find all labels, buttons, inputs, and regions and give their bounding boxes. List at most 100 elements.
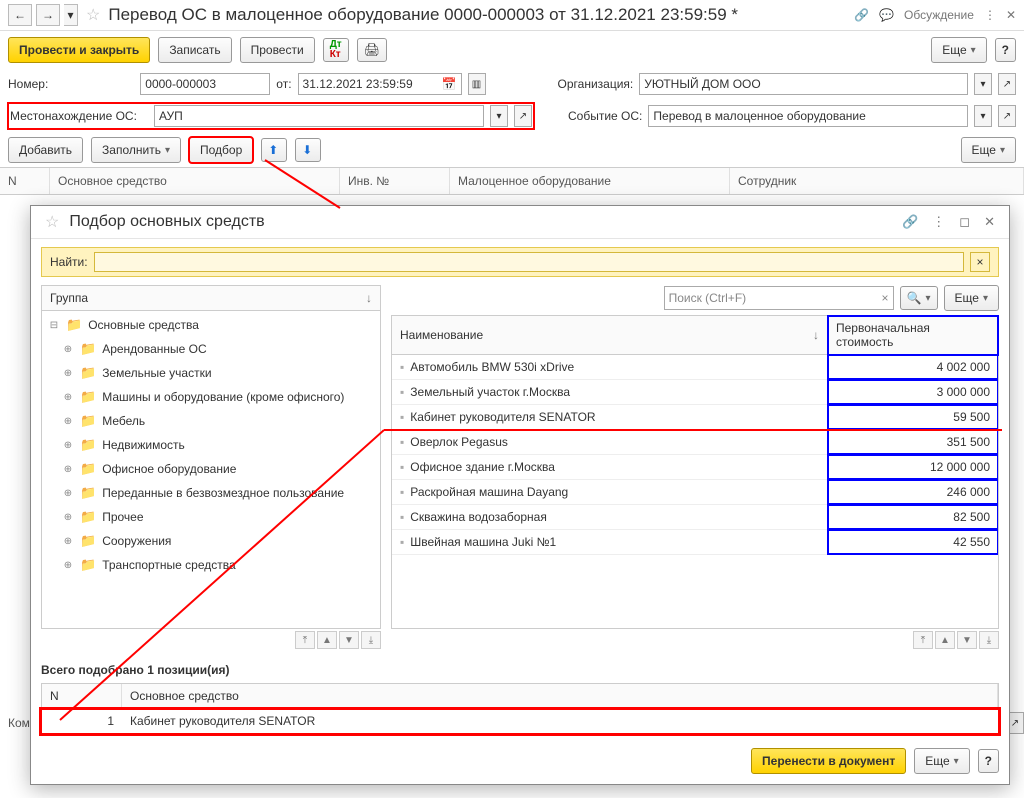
number-field[interactable]: 0000-000003 [140,73,270,95]
tree-item[interactable]: ⊕📁Транспортные средства [42,553,380,577]
tree-nav-first[interactable]: ⤒ [295,631,315,649]
print-button[interactable]: 🖨 [357,38,388,62]
tree-item[interactable]: ⊕📁Земельные участки [42,361,380,385]
modal-more-button[interactable]: Еще [914,748,969,774]
event-field[interactable]: Перевод в малоценное оборудование [648,105,968,127]
expand-icon[interactable]: ⊕ [62,368,74,379]
location-dropdown[interactable]: ▾ [490,105,508,127]
expand-icon[interactable]: ⊕ [62,416,74,427]
modal-link-icon[interactable]: 🔗 [898,214,922,230]
col-cost-header[interactable]: Первоначальная стоимость [828,316,998,355]
cost-cell: 4 002 000 [828,355,998,379]
tree-item[interactable]: ⊕📁Недвижимость [42,433,380,457]
list-nav-first[interactable]: ⤒ [913,631,933,649]
col-name-header[interactable]: Наименование↓ [392,316,828,355]
modal-maximize-icon[interactable]: ◻ [955,214,974,230]
move-down-button[interactable]: ⬇ [295,138,321,162]
expand-icon[interactable]: ⊕ [62,392,74,403]
collapse-icon[interactable]: ⊟ [48,320,60,331]
tree-item[interactable]: ⊕📁Арендованные ОС [42,337,380,361]
save-button[interactable]: Записать [158,37,231,63]
tree-item[interactable]: ⊕📁Сооружения [42,529,380,553]
tree-root[interactable]: ⊟ 📁 Основные средства [42,313,380,337]
post-button[interactable]: Провести [240,37,315,63]
list-item[interactable]: ▪Офисное здание г.Москва12 000 000 [392,455,998,480]
list-item[interactable]: ▪Раскройная машина Dayang246 000 [392,480,998,505]
list-item[interactable]: ▪Кабинет руководителя SENATOR59 500 [392,405,998,430]
list-item[interactable]: ▪Оверлок Pegasus351 500 [392,430,998,455]
modal-kebab-icon[interactable]: ⋮ [928,214,949,230]
date-mode-button[interactable]: ▥ [468,73,486,95]
search-button[interactable]: 🔍 [900,286,938,310]
expand-icon[interactable]: ⊕ [62,344,74,355]
pick-button[interactable]: Подбор [189,137,253,163]
expand-icon[interactable]: ⊕ [62,464,74,475]
link-icon[interactable]: 🔗 [854,8,869,22]
org-open[interactable]: ↗ [998,73,1016,95]
find-clear-button[interactable]: × [970,252,990,272]
picked-row[interactable]: 1 Кабинет руководителя SENATOR [41,709,999,734]
post-and-close-button[interactable]: Провести и закрыть [8,37,150,63]
group-column-header[interactable]: Группа ↓ [41,285,381,311]
col-low: Малоценное оборудование [450,168,730,194]
tree-item[interactable]: ⊕📁Машины и оборудование (кроме офисного) [42,385,380,409]
list-nav-up[interactable]: ▲ [935,631,955,649]
expand-icon[interactable]: ⊕ [62,512,74,523]
modal-close-icon[interactable]: ✕ [980,214,999,230]
list-item[interactable]: ▪Автомобиль BMW 530i xDrive4 002 000 [392,355,998,380]
group-tree[interactable]: ⊟ 📁 Основные средства ⊕📁Арендованные ОС⊕… [41,311,381,629]
list-more-button[interactable]: Еще [944,285,999,311]
discuss-icon[interactable]: 💬 [879,8,894,22]
calendar-icon[interactable]: 📅 [442,77,457,91]
nav-history-dropdown[interactable]: ▾ [64,4,78,26]
move-up-button[interactable]: ⬆ [261,138,287,162]
event-open[interactable]: ↗ [998,105,1016,127]
tree-item[interactable]: ⊕📁Переданные в безвозмездное пользование [42,481,380,505]
date-field[interactable]: 31.12.2021 23:59:59📅 [298,73,462,95]
dtkt-button[interactable]: ДтКт [323,38,349,62]
location-open[interactable]: ↗ [514,105,532,127]
list-nav-down[interactable]: ▼ [957,631,977,649]
fill-button[interactable]: Заполнить [91,137,181,163]
list-item[interactable]: ▪Швейная машина Juki №142 550 [392,530,998,555]
add-row-button[interactable]: Добавить [8,137,83,163]
list-item[interactable]: ▪Земельный участок г.Москва3 000 000 [392,380,998,405]
org-dropdown[interactable]: ▾ [974,73,992,95]
nav-back-button[interactable]: ← [8,4,32,26]
org-field[interactable]: УЮТНЫЙ ДОМ ООО [639,73,968,95]
transfer-to-doc-button[interactable]: Перенести в документ [751,748,906,774]
close-icon[interactable]: ✕ [1006,8,1016,22]
tree-item[interactable]: ⊕📁Мебель [42,409,380,433]
search-clear-icon[interactable]: × [882,291,889,305]
nav-forward-button[interactable]: → [36,4,60,26]
asset-list-table: Наименование↓ Первоначальная стоимость ▪… [391,315,999,629]
picked-row-name: Кабинет руководителя SENATOR [122,709,998,733]
event-dropdown[interactable]: ▾ [974,105,992,127]
find-bar: Найти: × [41,247,999,277]
tree-item[interactable]: ⊕📁Офисное оборудование [42,457,380,481]
help-button-top[interactable]: ? [995,38,1016,62]
search-input-box[interactable]: Поиск (Ctrl+F) × [664,286,894,310]
tree-nav-last[interactable]: ⤓ [361,631,381,649]
tree-item[interactable]: ⊕📁Прочее [42,505,380,529]
list-item[interactable]: ▪Скважина водозаборная82 500 [392,505,998,530]
discuss-label[interactable]: Обсуждение [904,8,974,22]
tree-nav-up[interactable]: ▲ [317,631,337,649]
folder-icon: 📁 [80,533,96,549]
kebab-menu-icon[interactable]: ⋮ [984,8,996,22]
table-more-button[interactable]: Еще [961,137,1016,163]
tree-nav-down[interactable]: ▼ [339,631,359,649]
modal-favorite-icon[interactable]: ☆ [45,212,59,232]
col-os: Основное средство [50,168,340,194]
modal-help-button[interactable]: ? [978,749,999,773]
sort-desc-icon: ↓ [366,291,372,305]
expand-icon[interactable]: ⊕ [62,488,74,499]
more-button-top[interactable]: Еще [931,37,986,63]
expand-icon[interactable]: ⊕ [62,536,74,547]
location-field[interactable]: АУП [154,105,484,127]
find-input[interactable] [94,252,964,272]
list-nav-last[interactable]: ⤓ [979,631,999,649]
favorite-star-icon[interactable]: ☆ [86,5,100,25]
expand-icon[interactable]: ⊕ [62,440,74,451]
expand-icon[interactable]: ⊕ [62,560,74,571]
